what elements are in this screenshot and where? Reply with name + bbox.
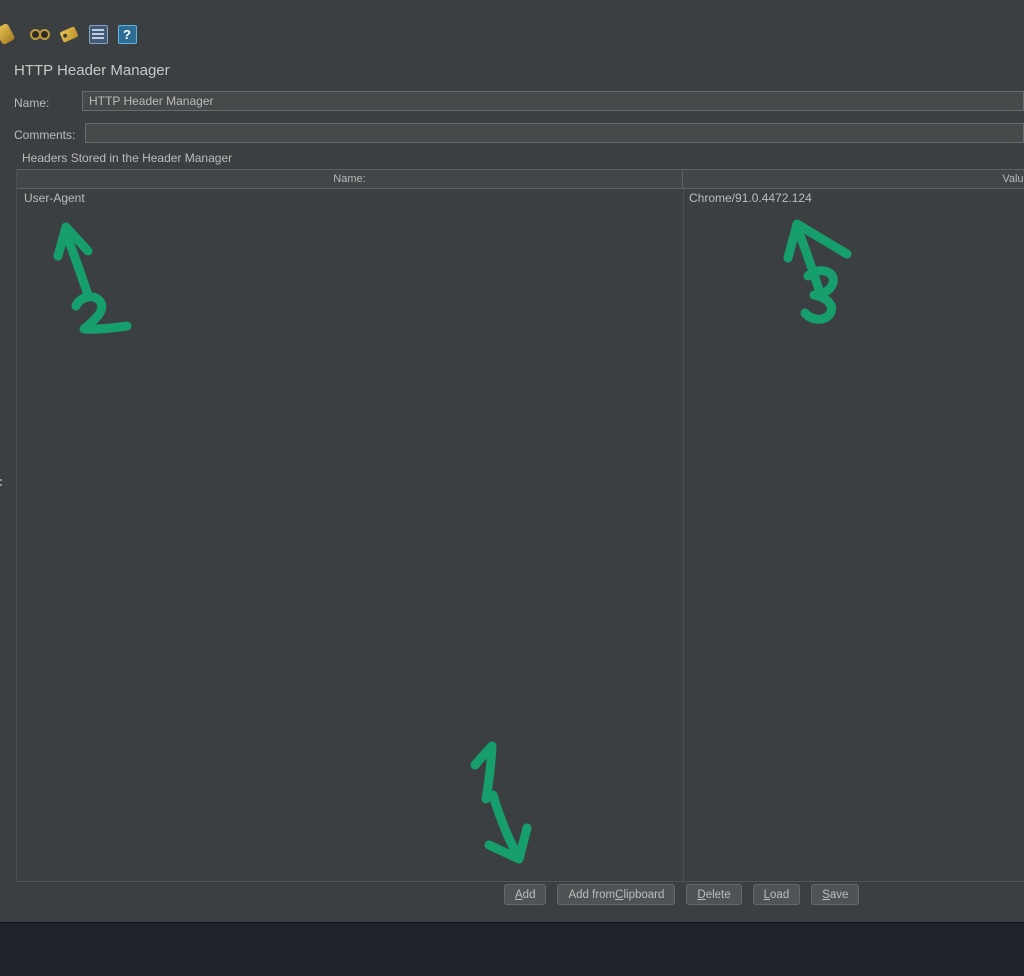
name-input[interactable]	[82, 91, 1024, 111]
binoculars-glyph	[30, 28, 50, 40]
save-button[interactable]: Save	[811, 884, 860, 905]
add-from-clipboard-button[interactable]: Add from Clipboard	[557, 884, 676, 905]
clear-broom-icon[interactable]	[58, 23, 80, 45]
toolbar-partial-icon[interactable]	[0, 22, 22, 46]
question-glyph: ?	[117, 24, 137, 44]
name-label: Name:	[14, 96, 50, 110]
table-header-row: Name: Value	[17, 169, 1024, 189]
search-binoculars-icon[interactable]	[29, 23, 51, 45]
headers-group-title: Headers Stored in the Header Manager	[22, 151, 233, 165]
column-header-name[interactable]: Name:	[17, 170, 683, 188]
header-name-cell[interactable]: User-Agent	[17, 191, 683, 205]
page-title: HTTP Header Manager	[14, 62, 170, 79]
help-icon[interactable]: ?	[116, 23, 138, 45]
header-value-cell[interactable]: Chrome/91.0.4472.124	[683, 191, 812, 205]
table-row[interactable]: User-Agent Chrome/91.0.4472.124	[17, 189, 1024, 206]
add-button[interactable]: Add	[504, 884, 547, 905]
brush-icon	[0, 22, 16, 46]
function-helper-icon[interactable]	[87, 23, 109, 45]
load-button[interactable]: Load	[752, 884, 801, 905]
taskbar: Search	[0, 922, 1024, 976]
comments-input[interactable]	[85, 123, 1024, 143]
button-bar: Add Add from Clipboard Delete Load Save	[504, 884, 860, 905]
column-header-value[interactable]: Value	[683, 170, 1024, 188]
headers-table: Name: Value User-Agent Chrome/91.0.4472.…	[16, 169, 1024, 882]
list-glyph	[88, 24, 108, 44]
column-divider	[683, 189, 684, 881]
toolbar: ?	[0, 22, 138, 46]
delete-button[interactable]: Delete	[686, 884, 742, 905]
comments-label: Comments:	[14, 128, 76, 142]
splitter-grip[interactable]	[0, 477, 6, 497]
tag-glyph	[59, 25, 79, 43]
